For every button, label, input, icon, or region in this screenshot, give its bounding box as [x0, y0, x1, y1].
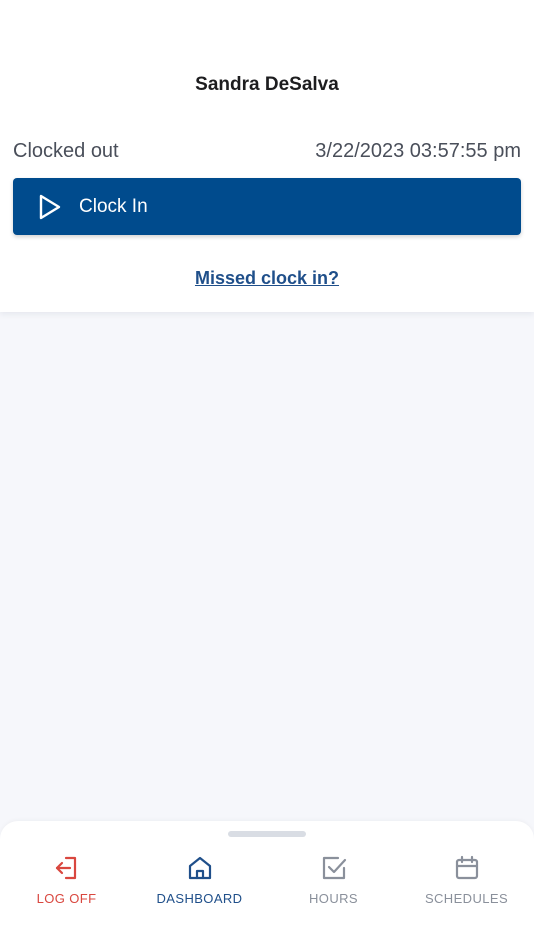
clock-in-label: Clock In: [79, 195, 148, 217]
calendar-icon: [452, 853, 482, 883]
nav-item-schedules[interactable]: SCHEDULES: [400, 853, 533, 906]
current-datetime: 3/22/2023 03:57:55 pm: [315, 140, 521, 162]
log-off-icon: [52, 853, 82, 883]
clock-card: Sandra DeSalva Clocked out 3/22/2023 03:…: [0, 0, 534, 312]
bottom-nav: LOG OFF DASHBOARD HOURS SCHEDULES: [0, 821, 534, 950]
clock-status: Clocked out: [13, 140, 119, 162]
nav-item-dashboard[interactable]: DASHBOARD: [133, 853, 266, 906]
user-name: Sandra DeSalva: [195, 74, 339, 95]
nav-label-hours: HOURS: [309, 891, 358, 906]
clock-in-button[interactable]: Clock In: [13, 178, 521, 235]
checkbox-icon: [319, 853, 349, 883]
home-icon: [185, 853, 215, 883]
nav-label-dashboard: DASHBOARD: [156, 891, 243, 906]
missed-clock-in-link[interactable]: Missed clock in?: [0, 268, 534, 289]
nav-label-log-off: LOG OFF: [36, 891, 97, 906]
status-row: Clocked out 3/22/2023 03:57:55 pm: [13, 140, 521, 163]
dashboard-screen: Sandra DeSalva Clocked out 3/22/2023 03:…: [0, 0, 534, 950]
nav-item-hours[interactable]: HOURS: [267, 853, 400, 906]
sheet-handle[interactable]: [228, 831, 306, 837]
nav-label-schedules: SCHEDULES: [424, 891, 509, 906]
play-icon: [37, 193, 63, 221]
nav-item-log-off[interactable]: LOG OFF: [0, 853, 133, 906]
